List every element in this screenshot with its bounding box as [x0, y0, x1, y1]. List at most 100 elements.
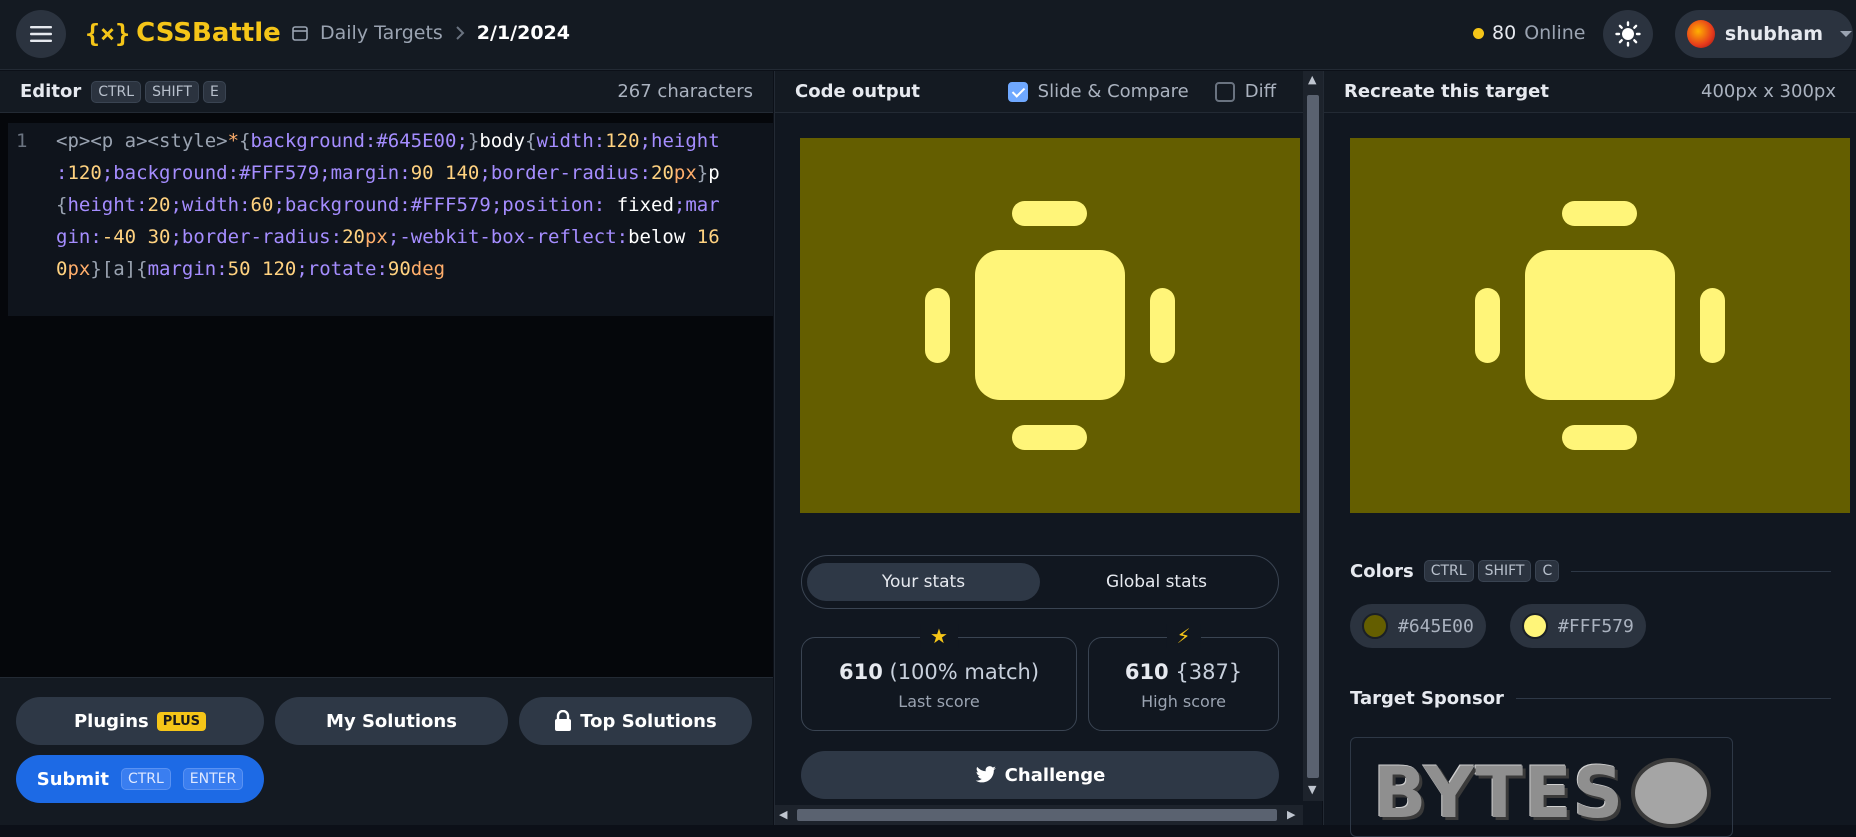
top-solutions-label: Top Solutions — [580, 710, 717, 732]
breadcrumb: Daily Targets 2/1/2024 — [292, 22, 570, 44]
target-square — [1525, 250, 1675, 400]
sponsor-label: Target Sponsor — [1350, 688, 1504, 709]
target-bar-left — [1475, 288, 1500, 363]
shortcut-key: CTRL — [91, 80, 142, 103]
colors-section-header: Colors CTRL SHIFT C — [1350, 560, 1831, 582]
plus-badge: PLUS — [156, 711, 207, 731]
compare-options: Slide & Compare Diff — [1007, 81, 1276, 102]
mouth-logo-icon — [1631, 758, 1711, 828]
output-title: Code output — [795, 81, 921, 102]
last-score-detail: (100% match) — [889, 660, 1040, 684]
lightning-icon: ⚡ — [1166, 624, 1201, 648]
my-solutions-label: My Solutions — [326, 710, 457, 732]
breadcrumb-daily-targets[interactable]: Daily Targets — [320, 22, 443, 44]
line-number: 1 — [16, 130, 28, 152]
editor-actions: Plugins PLUS My Solutions Top Solutions … — [0, 677, 773, 825]
slide-compare-checkbox[interactable] — [1007, 81, 1028, 102]
divider — [1515, 698, 1831, 699]
challenge-label: Challenge — [1004, 764, 1106, 786]
online-dot-icon — [1473, 27, 1484, 39]
code-text: <p><p a><style>*{background:#645E00;}bod… — [56, 130, 720, 280]
logo-text: CSSBattle — [136, 18, 281, 48]
scrollbar-thumb[interactable] — [797, 809, 1277, 821]
high-score-card: ⚡ 610 {387} High score — [1088, 624, 1279, 731]
scroll-left-icon[interactable]: ◀ — [779, 808, 787, 821]
horizontal-scrollbar[interactable]: ◀ ▶ — [775, 805, 1303, 825]
color-swatch[interactable]: #645E00 — [1350, 604, 1486, 648]
editor-header: Editor CTRL SHIFT E 267 characters — [0, 71, 773, 113]
target-panel: Recreate this target 400px x 300px Color… — [1323, 71, 1856, 837]
my-solutions-button[interactable]: My Solutions — [275, 697, 508, 745]
high-score-detail: {387} — [1175, 660, 1243, 684]
twitter-icon — [975, 766, 996, 783]
target-bar-bottom — [1562, 425, 1637, 450]
sponsor-banner[interactable]: BYTES — [1350, 737, 1733, 837]
shortcut-key: CTRL — [1423, 560, 1474, 582]
shortcut-key: C — [1535, 560, 1560, 582]
diff-label: Diff — [1244, 81, 1276, 102]
theme-toggle-button[interactable] — [1603, 10, 1653, 58]
top-bar: {×} CSSBattle Daily Targets 2/1/2024 80 … — [0, 0, 1856, 70]
calendar-icon — [292, 26, 308, 41]
vertical-scrollbar[interactable]: ▲ ▼ — [1303, 71, 1323, 801]
lock-icon — [555, 710, 572, 731]
code-output-canvas[interactable] — [800, 138, 1300, 513]
scroll-right-icon[interactable]: ▶ — [1287, 808, 1295, 821]
hamburger-icon — [30, 26, 52, 42]
high-score-value: 610 — [1124, 660, 1169, 684]
output-panel: Code output Slide & Compare Diff Your st… — [774, 71, 1323, 825]
target-bar-top — [1562, 201, 1637, 226]
logo-mark: {×} — [85, 18, 131, 48]
shortcut-key: E — [202, 80, 226, 103]
tab-global-stats[interactable]: Global stats — [1040, 563, 1273, 601]
shortcut-key: CTRL — [120, 768, 171, 790]
online-count: 80 — [1492, 22, 1517, 44]
scroll-down-icon[interactable]: ▼ — [1308, 783, 1316, 796]
character-count: 267 characters — [617, 81, 753, 102]
divider — [1571, 570, 1831, 572]
target-header: Recreate this target 400px x 300px — [1324, 71, 1856, 113]
submit-button[interactable]: Submit CTRL ENTER — [16, 755, 264, 803]
plugins-button[interactable]: Plugins PLUS — [16, 697, 264, 745]
output-bar-bottom — [1012, 425, 1087, 450]
avatar — [1687, 20, 1715, 48]
top-solutions-button[interactable]: Top Solutions — [519, 697, 752, 745]
diff-checkbox[interactable] — [1214, 81, 1235, 102]
challenge-button[interactable]: Challenge — [801, 751, 1279, 799]
target-canvas[interactable] — [1350, 138, 1850, 513]
menu-button[interactable] — [16, 10, 66, 58]
output-bar-top — [1012, 201, 1087, 226]
shortcut-key: ENTER — [182, 768, 244, 790]
sun-icon — [1615, 21, 1641, 47]
last-score-value: 610 — [838, 660, 883, 684]
output-header: Code output Slide & Compare Diff — [775, 71, 1322, 113]
chevron-down-icon — [1840, 31, 1853, 37]
output-bar-right — [1150, 288, 1175, 363]
color-hex: #645E00 — [1398, 615, 1474, 637]
color-hex: #FFF579 — [1558, 615, 1634, 637]
target-size: 400px x 300px — [1701, 81, 1836, 102]
target-title: Recreate this target — [1344, 81, 1549, 102]
logo[interactable]: {×} CSSBattle — [85, 18, 281, 48]
online-label: Online — [1524, 22, 1586, 44]
target-bar-right — [1700, 288, 1725, 363]
editor-panel: Editor CTRL SHIFT E 267 characters 1 <p>… — [0, 71, 773, 825]
user-menu[interactable]: shubham — [1675, 10, 1853, 58]
last-score-label: Last score — [898, 692, 980, 711]
scroll-up-icon[interactable]: ▲ — [1308, 73, 1316, 86]
scrollbar-thumb[interactable] — [1307, 95, 1319, 778]
sponsor-section-header: Target Sponsor — [1350, 688, 1831, 709]
output-bar-left — [925, 288, 950, 363]
tab-your-stats[interactable]: Your stats — [807, 563, 1040, 601]
code-editor[interactable]: 1 <p><p a><style>*{background:#645E00;}b… — [8, 123, 773, 316]
color-dot-icon — [1522, 613, 1548, 639]
color-swatch[interactable]: #FFF579 — [1510, 604, 1646, 648]
colors-label: Colors — [1350, 560, 1414, 582]
chevron-right-icon — [456, 26, 465, 40]
username: shubham — [1724, 23, 1824, 45]
shortcut-key: SHIFT — [145, 80, 199, 103]
plugins-label: Plugins — [73, 710, 149, 732]
color-dot-icon — [1362, 613, 1388, 639]
high-score-label: High score — [1141, 692, 1226, 711]
star-icon: ★ — [920, 624, 958, 648]
